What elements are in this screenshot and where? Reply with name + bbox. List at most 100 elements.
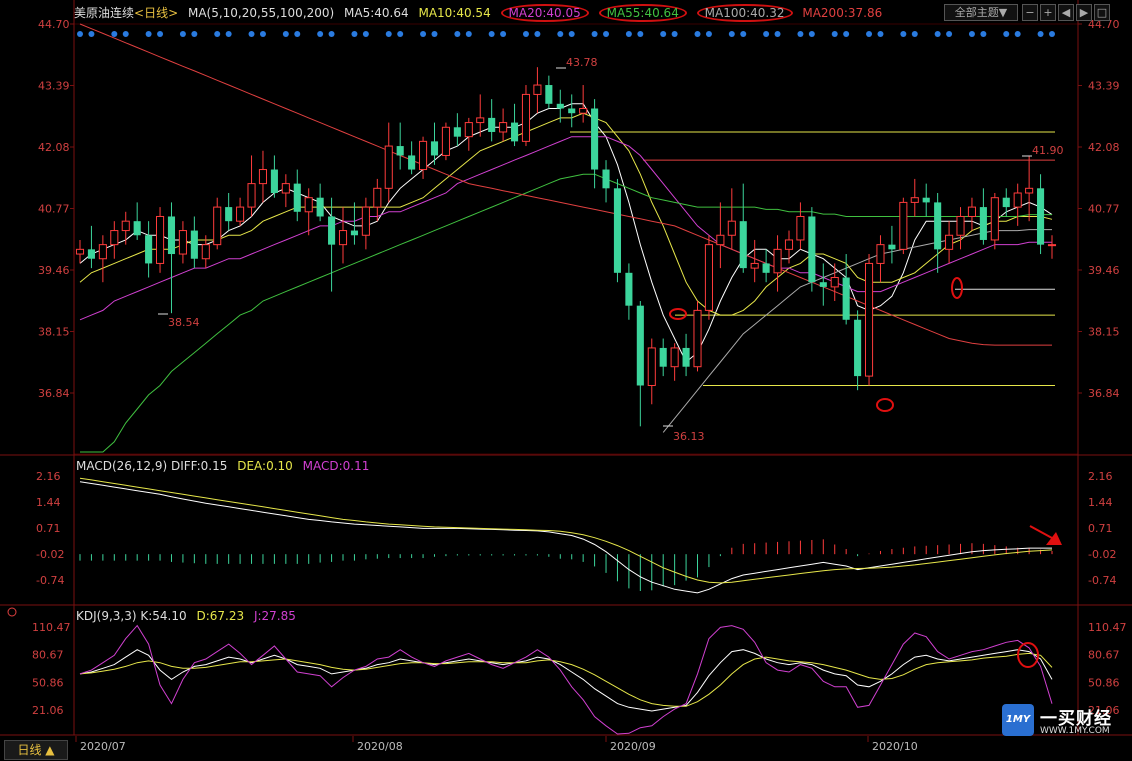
price-tick-left: 42.08 [38,141,70,154]
macd-legend: MACD(26,12,9) DIFF:0.15 DEA:0.10 MACD:0.… [76,456,375,476]
macd-tick-right: -0.02 [1088,548,1116,561]
candle-body [659,347,667,367]
candle-body [236,206,245,222]
candle-body [328,216,336,245]
candle-body [934,202,942,250]
candle-body [281,183,290,194]
candle-body [899,201,908,250]
candle-body [361,206,370,236]
kdj-settings-icon [7,607,17,617]
signal-dot [397,31,404,37]
zoom-out-icon[interactable]: − [1022,4,1038,21]
signal-dot [362,31,369,37]
candle-body [568,108,576,114]
candle-body [945,234,954,250]
candle-body [967,206,976,217]
candle-body [682,347,690,367]
candle-body [476,117,485,124]
kdj-legend: KDJ(9,3,3) K:54.10 D:67.23 J:27.85 [76,606,302,626]
signal-dot [1014,31,1021,37]
price-tick-right: 43.39 [1088,80,1120,93]
signal-dot [248,31,255,37]
logo-url: WWW.1MY.COM [1040,726,1110,736]
fullscreen-icon[interactable]: □ [1094,4,1110,21]
candle-body [499,122,508,133]
ma-line-ma200 [79,23,1052,346]
signal-dot [488,31,495,37]
candle-body [693,309,702,368]
candle-body [521,93,531,142]
signal-dot [179,31,186,37]
low-label-july: 38.54 [168,316,200,329]
ma55-value: MA55:40.64 [598,4,687,22]
signal-dot [728,31,735,37]
signal-dot [317,31,324,37]
candle-body [145,235,153,264]
kdj-k: K:54.10 [140,609,187,623]
macd-tick-left: -0.02 [36,548,64,561]
signal-dot [603,31,610,37]
signal-dot [1003,31,1010,37]
candle-body [304,197,313,213]
candle-body [419,140,428,171]
logo: 1MY 一买财经 WWW.1MY.COM [1002,704,1122,740]
date-tick: 2020/07 [80,740,126,753]
candle-body [1037,188,1045,245]
signal-dot [660,31,667,37]
candle-body [293,183,301,212]
kdj-k-line [79,649,1053,712]
next-icon[interactable]: ▶ [1076,4,1092,21]
signal-dot [900,31,907,37]
signal-dot [259,31,266,37]
signal-dot [568,31,575,37]
signal-dot [591,31,598,37]
signal-dot [122,31,129,37]
signal-dot [774,31,781,37]
signal-dot [431,31,438,37]
signal-dot [705,31,712,37]
chart-canvas: 44.70 44.7043.39 43.3942.08 42.0840.77 40.77… [0,0,1132,753]
candle-body [773,248,782,274]
candle-body [133,221,141,236]
candle-body [556,103,564,109]
kdj-d-line [79,652,1053,707]
signal-dot [214,31,221,37]
signal-dot [946,31,953,37]
price-tick-right: 42.08 [1088,141,1120,154]
zoom-in-icon[interactable]: + [1040,4,1056,21]
price-tick-right: 36.84 [1088,387,1120,400]
candle-body [384,145,393,189]
signal-dot [1037,31,1044,37]
period-label[interactable]: <日线> [134,6,178,20]
date-tick: 2020/10 [872,740,918,753]
ma10-value: MA10:40.54 [418,6,491,20]
signal-dot [454,31,461,37]
period-tab[interactable]: 日线 ▲ [4,740,68,760]
kdj-tick-right: 80.67 [1088,649,1120,662]
candle-body [876,244,885,264]
kdj-name: KDJ(9,3,3) [76,609,137,623]
signal-dot [694,31,701,37]
candle-body [510,122,519,142]
signal-dot [671,31,678,37]
kdj-j: J:27.85 [253,609,296,623]
signal-dot [831,31,838,37]
high-label-oct: 41.90 [1032,144,1064,157]
macd-tick-left: 0.71 [36,522,61,535]
candle-body [545,85,553,104]
price-tick-right: 39.46 [1088,264,1120,277]
signal-dot [385,31,392,37]
candle-body [98,244,107,260]
ma100-value: MA100:40.32 [696,4,793,22]
signal-dot [557,31,564,37]
price-tick-left: 43.39 [38,80,70,93]
kdj-tick-left: 110.47 [32,621,71,634]
signal-dot [351,31,358,37]
main-legend: 美原油连续<日线> MA(5,10,20,55,100,200) MA5:40.… [74,3,888,23]
kdj-j-line [79,624,1053,735]
candle-body [270,169,278,194]
macd-macd: MACD:0.11 [302,459,370,473]
theme-dropdown-button[interactable]: 全部主题▼ [944,4,1018,21]
prev-icon[interactable]: ◀ [1058,4,1074,21]
candle-body [87,249,95,259]
